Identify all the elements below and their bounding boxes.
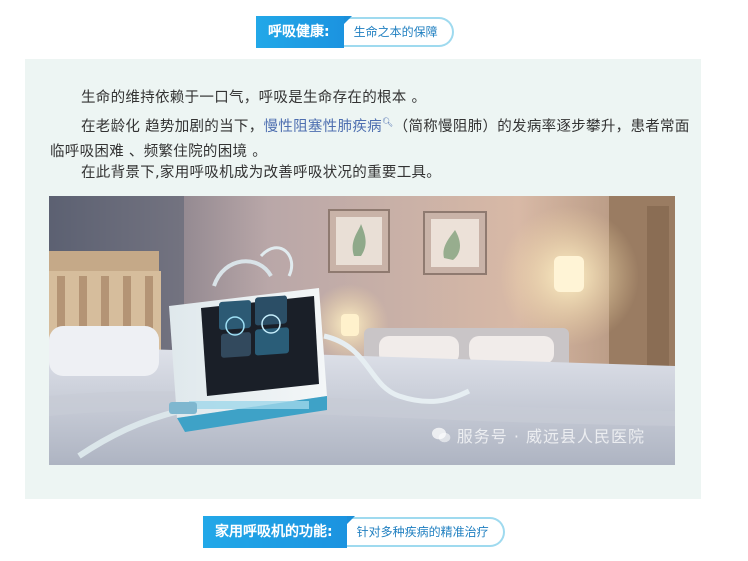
- section-subtitle-tag: 生命之本的保障: [343, 17, 454, 47]
- wechat-icon: [431, 427, 451, 443]
- paragraph-1-text: 生命的维持依赖于一口气，呼吸是生命存在的根本 。: [81, 90, 427, 106]
- section-header-ventilator-functions: 家用呼吸机的功能: 针对多种疾病的精准治疗: [203, 516, 505, 548]
- section-header-respiratory-health: 呼吸健康: 生命之本的保障: [256, 16, 454, 48]
- paragraph-2-before: 在老龄化 趋势加剧的当下，: [81, 118, 264, 135]
- paragraph-1: 生命的维持依赖于一口气，呼吸是生命存在的根本 。: [50, 86, 690, 111]
- paragraph-3: 在此背景下,家用呼吸机成为改善呼吸状况的重要工具。: [50, 161, 690, 186]
- section-badge: 家用呼吸机的功能:: [203, 516, 355, 548]
- search-icon[interactable]: 🔍︎: [382, 118, 394, 128]
- copd-link[interactable]: 慢性阻塞性肺疾病: [264, 119, 382, 135]
- watermark-text: 服务号 · 威远县人民医院: [456, 427, 645, 446]
- section-subtitle-tag: 针对多种疾病的精准治疗: [346, 517, 505, 547]
- paragraph-3-text: 在此背景下,家用呼吸机成为改善呼吸状况的重要工具。: [81, 165, 442, 181]
- paragraph-2: 在老龄化 趋势加剧的当下，慢性阻塞性肺疾病🔍︎（简称慢阻肺）的发病率逐步攀升，患…: [50, 111, 690, 165]
- ventilator-photo: 服务号 · 威远县人民医院: [49, 196, 675, 465]
- watermark: 服务号 · 威远县人民医院: [431, 423, 645, 447]
- section-badge: 呼吸健康:: [256, 16, 352, 48]
